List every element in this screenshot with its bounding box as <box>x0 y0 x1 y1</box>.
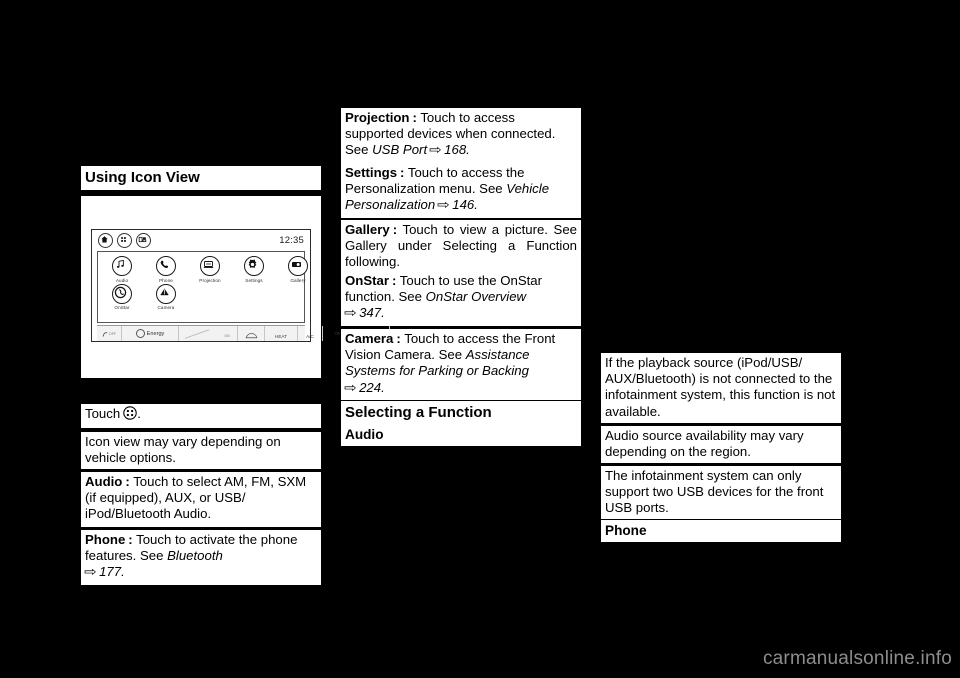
page-reference-arrow-icon: ⇨ <box>437 197 451 213</box>
entry-cross-reference: USB Port <box>372 142 428 158</box>
climate-control-bar: OFF Energy · ON · · HEAT · A/C OFF <box>97 325 419 341</box>
app-label: Gallery <box>290 277 306 283</box>
app-row-2: OnStar Camera <box>98 283 304 310</box>
touch-instruction: Touch . <box>81 404 321 428</box>
infotainment-icon-view-figure: 12:35 Audio Phone Projection Settings Ga… <box>81 196 419 378</box>
subheading-phone: Phone <box>601 520 841 542</box>
gallery-icon <box>288 256 308 276</box>
entry-page-number: 347. <box>359 305 385 321</box>
phone-icon <box>156 256 176 276</box>
left-heading-using-icon-view: Using Icon View <box>81 166 321 190</box>
page-reference-arrow-icon: ⇨ <box>344 305 357 321</box>
on-label: ON <box>224 333 230 338</box>
ac-label: A/C <box>306 333 314 339</box>
entry-audio: Audio: Touch to select AM, FM, SXM (if e… <box>81 472 321 527</box>
page-reference-arrow-icon: ⇨ <box>84 564 97 580</box>
four-dot-grid-icon[interactable] <box>117 232 132 248</box>
app-label: Audio <box>115 277 129 283</box>
app-label: Settings <box>245 277 263 283</box>
rear-defrost-button[interactable]: · <box>237 326 264 341</box>
energy-button[interactable]: Energy <box>121 326 178 341</box>
app-audio[interactable]: Audio <box>100 256 144 283</box>
entry-settings: Settings: Touch to access the Personaliz… <box>341 163 581 218</box>
section-heading-selecting-a-function: Selecting a Function <box>341 401 581 425</box>
icon-view-app-grid: Audio Phone Projection Settings Gallery … <box>97 251 308 323</box>
app-onstar[interactable]: OnStar <box>100 283 144 310</box>
entry-cross-reference: OnStar Overview <box>425 289 527 305</box>
entry-gallery: Gallery: Touch to view a picture. See Ga… <box>341 220 581 275</box>
note-audio-source-region: Audio source availability may vary depen… <box>601 426 841 463</box>
heat-button[interactable]: · HEAT <box>264 326 297 341</box>
display-status-bar: 12:35 <box>92 230 310 250</box>
driver-seat-heat-button[interactable]: OFF <box>97 326 121 341</box>
energy-label: Energy <box>146 330 165 337</box>
clock: 12:35 <box>279 234 304 246</box>
app-projection[interactable]: Projection <box>188 256 232 283</box>
note-playback-source: If the playback source (iPod/USB/ AUX/Bl… <box>601 353 841 423</box>
entry-term: Audio <box>85 474 123 489</box>
audio-icon <box>112 256 132 276</box>
watermark: carmanualsonline.info <box>762 648 952 669</box>
touch-label: Touch <box>85 406 121 421</box>
entry-term: Phone <box>85 532 126 547</box>
entry-projection: Projection: Touch to access supported de… <box>341 108 581 163</box>
app-phone[interactable]: Phone <box>144 256 188 283</box>
app-gallery[interactable]: Gallery <box>276 256 320 283</box>
app-label: Camera <box>157 305 175 310</box>
entry-term: Camera <box>345 331 394 346</box>
onstar-icon <box>112 283 132 304</box>
entry-onstar: OnStar: Touch to use the OnStar function… <box>341 271 581 326</box>
ac-button[interactable]: · A/C <box>297 326 322 341</box>
app-label: Phone <box>159 277 173 283</box>
home-icon[interactable] <box>98 232 113 248</box>
app-label: Projection <box>199 277 221 283</box>
projection-icon <box>200 256 220 276</box>
app-camera[interactable]: Camera <box>144 283 188 310</box>
subheading-audio: Audio <box>341 424 581 446</box>
period: . <box>137 406 141 421</box>
entry-cross-reference: Bluetooth <box>167 548 223 564</box>
icon-view-note: Icon view may vary depending on vehicle … <box>81 432 321 469</box>
split-screen-icon[interactable] <box>136 232 151 248</box>
entry-term: OnStar <box>345 273 389 288</box>
entry-term: Projection <box>345 110 410 125</box>
note-usb-device-limit: The infotainment system can only support… <box>601 466 841 519</box>
entry-page-number: 224. <box>359 379 385 395</box>
entry-page-number: 177. <box>99 564 125 580</box>
four-dot-grid-icon <box>123 406 137 424</box>
entry-page-number: 168. <box>444 142 470 158</box>
app-label: OnStar <box>114 305 130 310</box>
on-state: · ON <box>224 328 230 338</box>
entry-phone: Phone: Touch to activate the phone featu… <box>81 530 321 585</box>
page-reference-arrow-icon: ⇨ <box>344 379 357 395</box>
camera-icon <box>156 283 176 304</box>
heat-label: HEAT <box>275 333 287 339</box>
page-reference-arrow-icon: ⇨ <box>429 142 443 158</box>
energy-icon <box>135 329 145 338</box>
app-settings[interactable]: Settings <box>232 256 276 283</box>
driver-seat-heat-state: OFF <box>108 331 117 336</box>
entry-term: Gallery <box>345 222 390 237</box>
settings-gear-icon <box>244 256 264 276</box>
app-row-1: Audio Phone Projection Settings Gallery <box>98 252 308 283</box>
fan-slider[interactable] <box>178 326 217 341</box>
entry-term: Settings <box>345 165 398 180</box>
entry-camera: Camera: Touch to access the Front Vision… <box>341 329 581 400</box>
infotainment-display: 12:35 Audio Phone Projection Settings Ga… <box>91 229 419 342</box>
entry-page-number: 146. <box>452 197 478 213</box>
